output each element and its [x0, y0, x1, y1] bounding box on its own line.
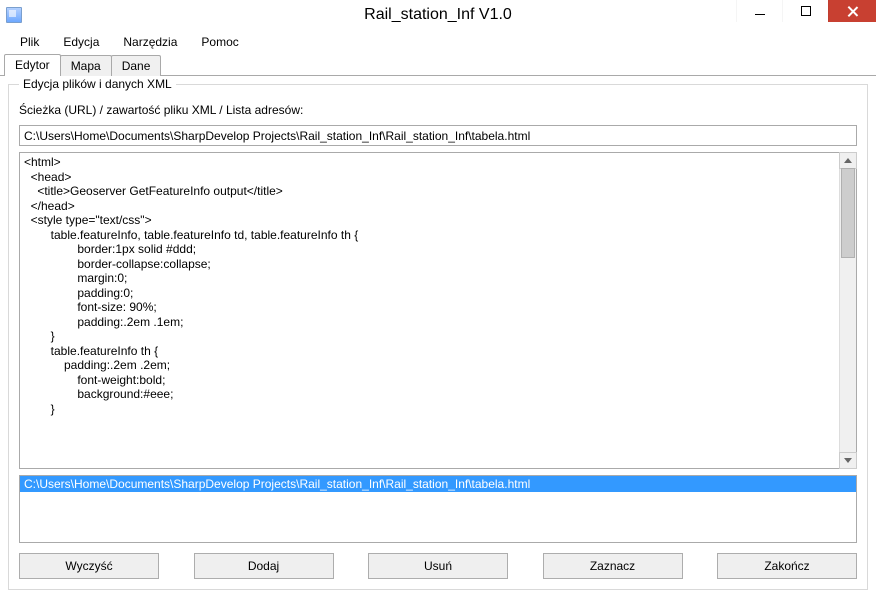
tab-strip: Edytor Mapa Dane — [0, 54, 876, 76]
maximize-button[interactable] — [782, 0, 828, 22]
groupbox-title: Edycja plików i danych XML — [19, 77, 176, 91]
close-button[interactable] — [828, 0, 876, 22]
content-scrollbar[interactable] — [839, 153, 856, 468]
button-row: Wyczyść Dodaj Usuń Zaznacz Zakończ — [19, 553, 857, 579]
add-button[interactable]: Dodaj — [194, 553, 334, 579]
menu-tools[interactable]: Narzędzia — [111, 30, 189, 54]
content-textarea[interactable] — [20, 153, 839, 468]
select-button[interactable]: Zaznacz — [543, 553, 683, 579]
quit-button[interactable]: Zakończ — [717, 553, 857, 579]
close-icon — [847, 6, 858, 17]
tab-map[interactable]: Mapa — [60, 55, 112, 76]
remove-button[interactable]: Usuń — [368, 553, 508, 579]
groupbox-xml-edit: Edycja plików i danych XML Ścieżka (URL)… — [8, 84, 868, 590]
scroll-down-button[interactable] — [839, 452, 857, 469]
scroll-track[interactable] — [840, 168, 856, 453]
chevron-up-icon — [844, 158, 852, 163]
tab-body-editor: Edycja plików i danych XML Ścieżka (URL)… — [0, 76, 876, 602]
minimize-button[interactable] — [736, 0, 782, 22]
path-label: Ścieżka (URL) / zawartość pliku XML / Li… — [19, 103, 857, 117]
content-textarea-wrap — [19, 152, 857, 469]
menu-edit[interactable]: Edycja — [51, 30, 111, 54]
minimize-icon — [755, 14, 765, 15]
menu-help[interactable]: Pomoc — [189, 30, 250, 54]
path-input[interactable] — [19, 125, 857, 146]
tab-data[interactable]: Dane — [111, 55, 162, 76]
list-item[interactable]: C:\Users\Home\Documents\SharpDevelop Pro… — [20, 476, 856, 492]
scroll-thumb[interactable] — [841, 168, 855, 258]
scroll-up-button[interactable] — [839, 152, 857, 169]
tab-editor[interactable]: Edytor — [4, 54, 61, 76]
title-bar: Rail_station_Inf V1.0 — [0, 0, 876, 30]
clear-button[interactable]: Wyczyść — [19, 553, 159, 579]
chevron-down-icon — [844, 458, 852, 463]
menu-bar: Plik Edycja Narzędzia Pomoc — [0, 30, 876, 54]
app-icon — [6, 7, 22, 23]
address-listbox[interactable]: C:\Users\Home\Documents\SharpDevelop Pro… — [19, 475, 857, 543]
maximize-icon — [801, 6, 811, 16]
window-title: Rail_station_Inf V1.0 — [364, 6, 512, 23]
menu-file[interactable]: Plik — [8, 30, 51, 54]
